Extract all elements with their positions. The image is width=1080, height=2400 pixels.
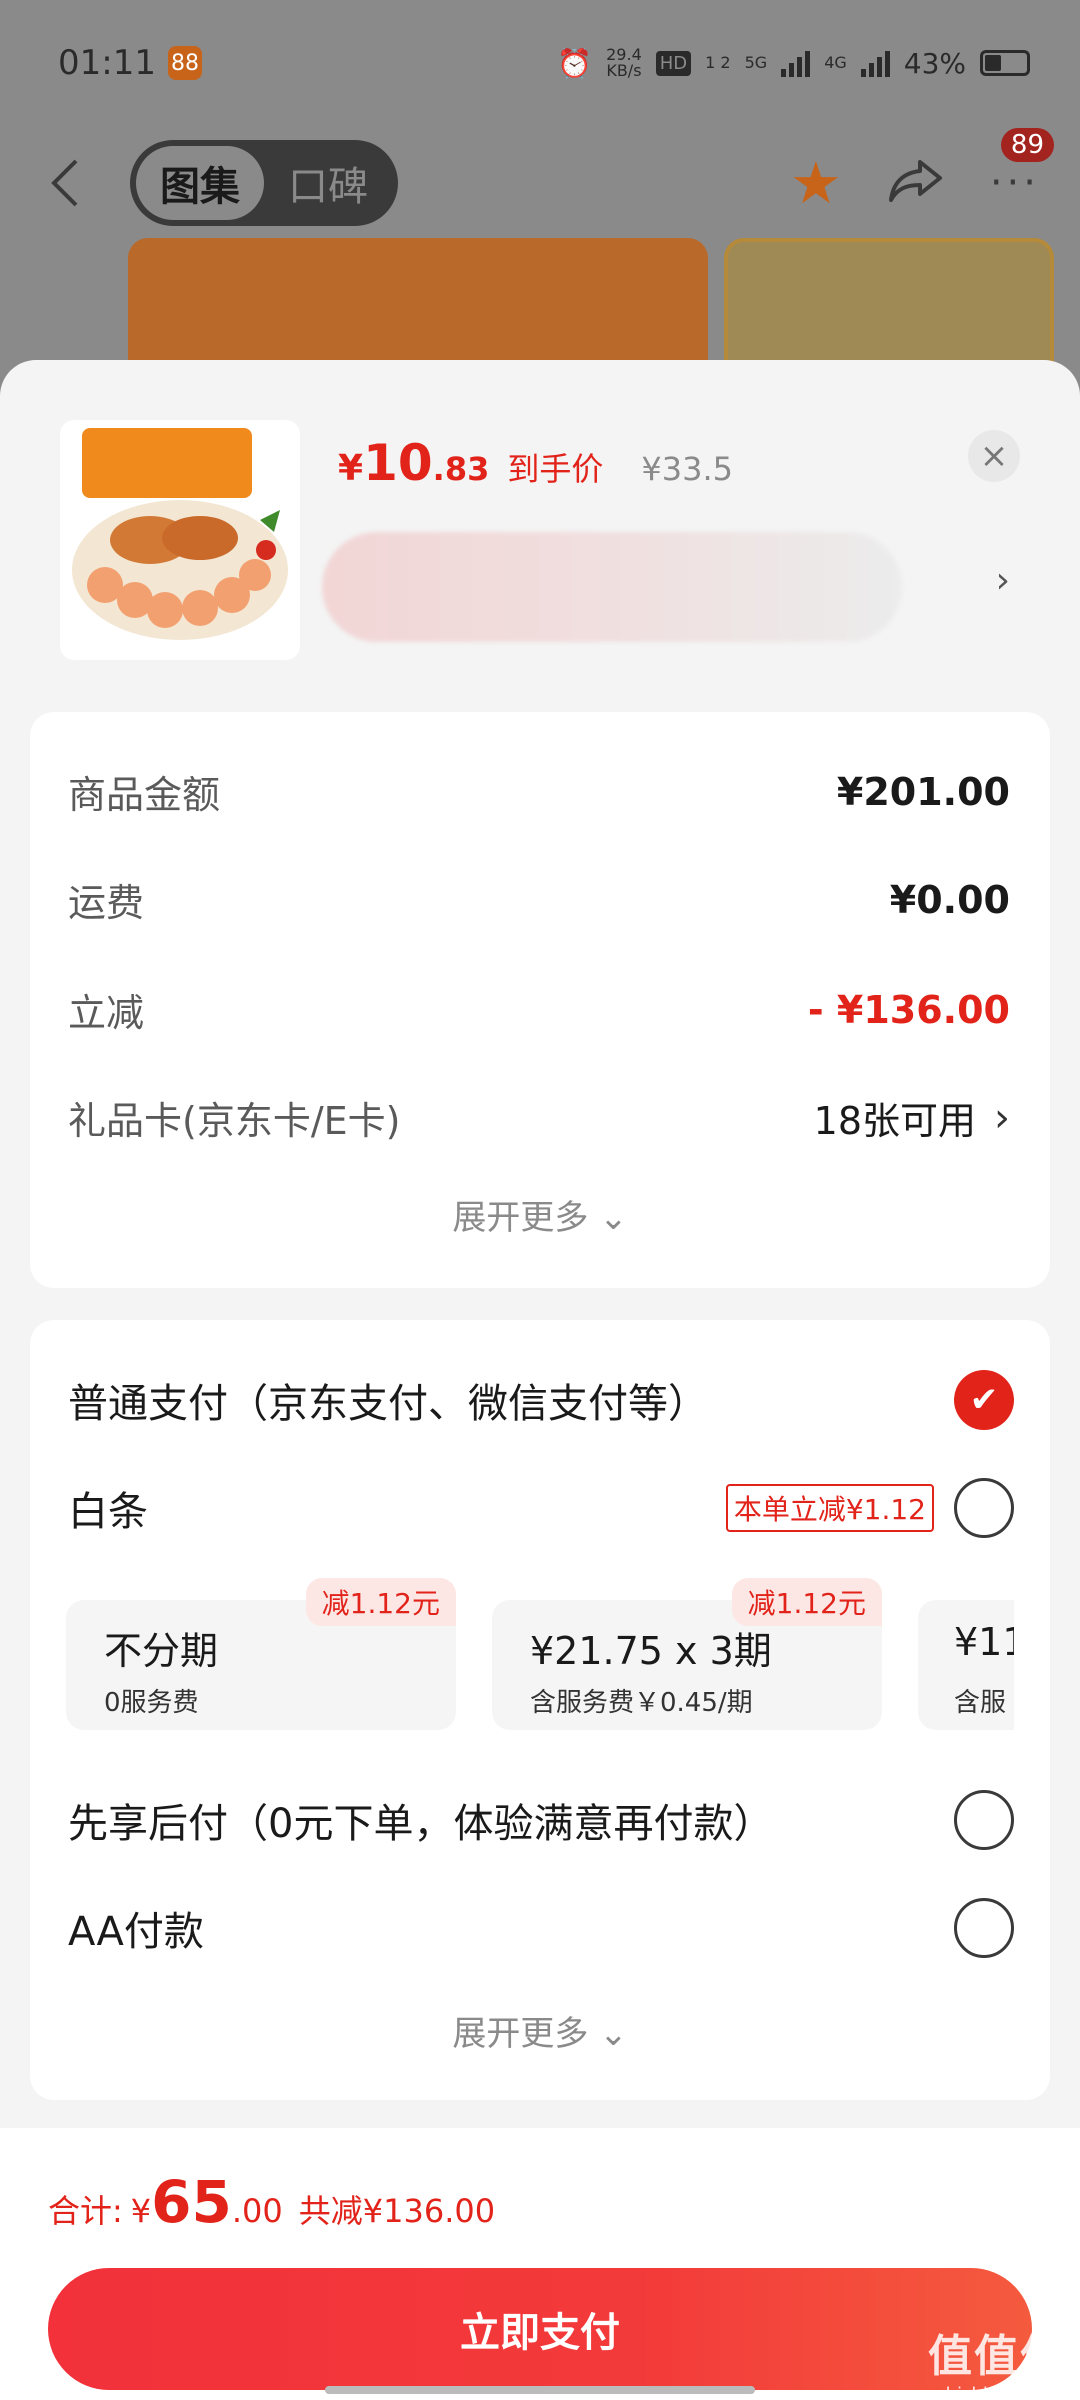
plan-card[interactable]: ¥11 含服 [918,1600,1014,1730]
shipping-value: ¥0.00 [889,877,1010,922]
4g-icon: 4G [824,53,847,72]
price-symbol: ¥ [338,448,364,489]
baitiao-discount-tag: 本单立减¥1.12 [725,1484,934,1532]
pay-option-aa[interactable]: AA付款 [68,1898,1014,1958]
sim-indicator: 1 2 [705,53,731,72]
spec-chevron-icon[interactable]: › [996,560,1010,601]
pay-later-radio[interactable] [954,1790,1014,1850]
baitiao-radio[interactable] [954,1478,1014,1538]
payment-sheet: ¥ 10 .83 到手价 ¥33.5 × › 商品金额 ¥201.00 运费 ¥… [0,360,1080,2400]
total-integer: 65 [151,2168,232,2236]
pay-option-later[interactable]: 先享后付（0元下单，体验满意再付款） [68,1790,1014,1850]
shipping-label: 运费 [68,881,145,925]
baitiao-label: 白条 [68,1489,148,1535]
plan-fee: 含服务费￥0.45/期 [530,1688,753,1718]
total-savings: 共减¥136.00 [298,2192,496,2230]
goods-amount-value: ¥201.00 [836,769,1010,814]
goods-amount-row: 商品金额 ¥201.00 [68,764,1010,819]
top-nav: 图集 口碑 ★ ··· 89 [50,128,1054,226]
plan-discount-badge: 减1.12元 [305,1578,456,1626]
plan-discount-badge: 减1.12元 [731,1578,882,1626]
total-decimal: .00 [231,2192,283,2230]
plan-fee: 含服 [954,1688,1007,1718]
normal-pay-label: 普通支付（京东支付、微信支付等） [68,1381,708,1427]
background-page: 01:11 88 ⏰ 29.4 KB/s HD 1 2 5G 4G 43% 图集… [0,0,1080,438]
tab-gallery[interactable]: 图集 [136,146,264,220]
giftcard-label: 礼品卡(京东卡/E卡) [68,1099,401,1143]
plan-title: ¥11 [954,1620,1014,1664]
price-integer: 10 [363,434,433,492]
plan-card[interactable]: 减1.12元 ¥21.75 x 3期 含服务费￥0.45/期 [492,1578,882,1730]
aa-pay-radio[interactable] [954,1898,1014,1958]
goods-amount-label: 商品金额 [68,773,221,817]
spec-selector-blurred[interactable] [322,532,902,642]
battery-percent: 43% [903,46,966,80]
checkout-footer: 合计: ¥ 65 .00 共减¥136.00 立即支付 [0,2128,1080,2400]
payment-methods-card: 普通支付（京东支付、微信支付等） ✔ 白条 本单立减¥1.12 减1.12元 不… [30,1320,1050,2100]
discount-value: - ¥136.00 [807,987,1010,1032]
giftcard-value: 18张可用 [813,1099,976,1143]
net-speed: 29.4 KB/s [606,47,642,79]
plan-title: 不分期 [104,1629,219,1673]
watermark-logo: 值值值 [928,2331,1066,2382]
hd-icon: HD [655,50,692,76]
original-price: ¥33.5 [641,450,733,488]
pay-option-normal[interactable]: 普通支付（京东支付、微信支付等） ✔ [68,1370,1014,1430]
giftcard-chevron-icon: › [994,1094,1010,1141]
alarm-icon: ⏰ [557,46,593,80]
battery-icon [980,50,1030,76]
plan-card[interactable]: 减1.12元 不分期 0服务费 [66,1578,456,1730]
discount-label: 立减 [68,991,145,1035]
tab-reviews[interactable]: 口碑 [264,146,392,220]
pay-option-baitiao[interactable]: 白条 本单立减¥1.12 [68,1478,1014,1538]
status-bar: 01:11 88 ⏰ 29.4 KB/s HD 1 2 5G 4G 43% [58,38,1030,88]
nav-actions: ★ ··· 89 [790,128,1054,212]
home-indicator[interactable] [325,2386,755,2394]
expand-more-summary[interactable]: 展开更多 ⌄ [30,1190,1050,1239]
installment-plans: 减1.12元 不分期 0服务费 减1.12元 ¥21.75 x 3期 含服务费￥… [66,1578,1014,1732]
total-label: 合计: [48,2192,123,2230]
close-button[interactable]: × [968,430,1020,482]
pay-later-label: 先享后付（0元下单，体验满意再付款） [68,1801,774,1847]
final-price-label: 到手价 [507,450,604,488]
more-icon[interactable]: ··· [990,160,1040,206]
price-decimal: .83 [432,450,490,488]
more-badge: 89 [1000,128,1054,162]
app-notification-icon: 88 [167,46,202,80]
check-icon[interactable]: ✔ [954,1370,1014,1430]
plan-fee: 0服务费 [104,1688,199,1718]
status-time: 01:11 [58,43,156,83]
product-header: ¥ 10 .83 到手价 ¥33.5 × › [60,420,1020,660]
expand-more-payment[interactable]: 展开更多 ⌄ [30,2006,1050,2055]
shipping-row: 运费 ¥0.00 [68,872,1010,927]
signal-icon [781,49,811,77]
watermark-url: zhizhizhi.com [936,2384,1058,2400]
giftcard-row[interactable]: 礼品卡(京东卡/E卡) 18张可用 › [68,1090,1010,1145]
total-line: 合计: ¥ 65 .00 共减¥136.00 [48,2168,495,2236]
net-speed-unit: KB/s [606,61,642,80]
back-icon[interactable] [50,153,90,213]
aa-pay-label: AA付款 [68,1909,204,1955]
product-image [60,420,300,660]
site-watermark: 值值值 zhizhizhi.com [928,2320,1066,2400]
pay-now-button[interactable]: 立即支付 [48,2268,1032,2390]
total-symbol: ¥ [130,2192,152,2230]
gallery-tabs: 图集 口碑 [130,140,398,226]
favorite-star-icon[interactable]: ★ [790,154,842,212]
share-icon[interactable] [888,158,944,208]
status-indicators: ⏰ 29.4 KB/s HD 1 2 5G 4G 43% [557,47,1030,80]
discount-row: 立减 - ¥136.00 [68,982,1010,1037]
plan-title: ¥21.75 x 3期 [530,1629,772,1673]
5g-icon: 5G [744,53,768,72]
amount-summary-card: 商品金额 ¥201.00 运费 ¥0.00 立减 - ¥136.00 礼品卡(京… [30,712,1050,1288]
signal-icon-2 [860,49,890,77]
price-line: ¥ 10 .83 到手价 ¥33.5 [338,434,733,492]
